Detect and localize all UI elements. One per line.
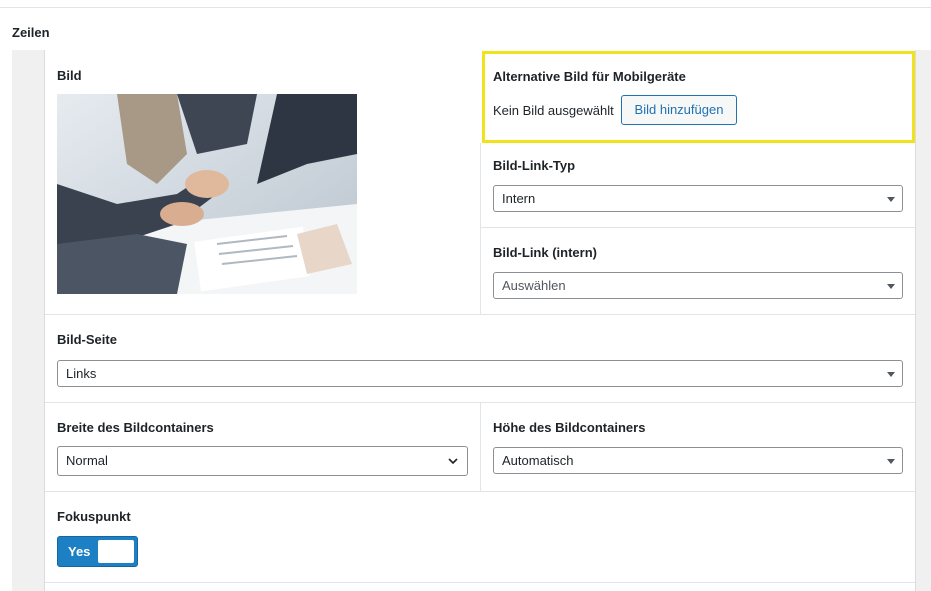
focus-point-toggle[interactable]: Yes <box>57 536 138 567</box>
container-width-value: Normal <box>66 453 108 468</box>
image-side-value: Links <box>66 366 97 381</box>
row-divider <box>45 582 915 583</box>
handshake-photo <box>57 94 357 294</box>
row-divider <box>481 227 915 228</box>
toggle-label: Yes <box>68 544 91 559</box>
row-divider <box>45 491 915 492</box>
link-type-select[interactable]: Intern <box>493 185 903 212</box>
top-strip <box>0 0 931 8</box>
caret-down-icon <box>887 284 895 289</box>
chevron-down-icon <box>448 458 458 465</box>
mobile-image-label: Alternative Bild für Mobilgeräte <box>493 69 686 84</box>
image-side-label: Bild-Seite <box>57 332 117 347</box>
add-image-button[interactable]: Bild hinzufügen <box>621 95 737 125</box>
column-divider <box>480 143 481 314</box>
image-label: Bild <box>57 68 82 83</box>
caret-down-icon <box>887 372 895 377</box>
container-width-select[interactable]: Normal <box>57 446 468 476</box>
row-divider <box>45 314 915 315</box>
container-height-value: Automatisch <box>502 453 574 468</box>
section-title: Zeilen <box>12 25 50 40</box>
link-internal-label: Bild-Link (intern) <box>493 245 597 260</box>
toggle-knob <box>98 540 134 563</box>
link-internal-select[interactable]: Auswählen <box>493 272 903 299</box>
mobile-image-status: Kein Bild ausgewählt <box>493 103 614 118</box>
link-type-label: Bild-Link-Typ <box>493 158 576 173</box>
column-divider <box>480 403 481 491</box>
selected-image[interactable] <box>57 94 357 294</box>
container-height-select[interactable]: Automatisch <box>493 447 903 474</box>
focus-point-label: Fokuspunkt <box>57 509 131 524</box>
caret-down-icon <box>887 459 895 464</box>
image-side-select[interactable]: Links <box>57 360 903 387</box>
caret-down-icon <box>887 197 895 202</box>
link-internal-placeholder: Auswählen <box>502 278 566 293</box>
link-type-value: Intern <box>502 191 536 206</box>
container-height-label: Höhe des Bildcontainers <box>493 420 646 435</box>
container-width-label: Breite des Bildcontainers <box>57 420 214 435</box>
